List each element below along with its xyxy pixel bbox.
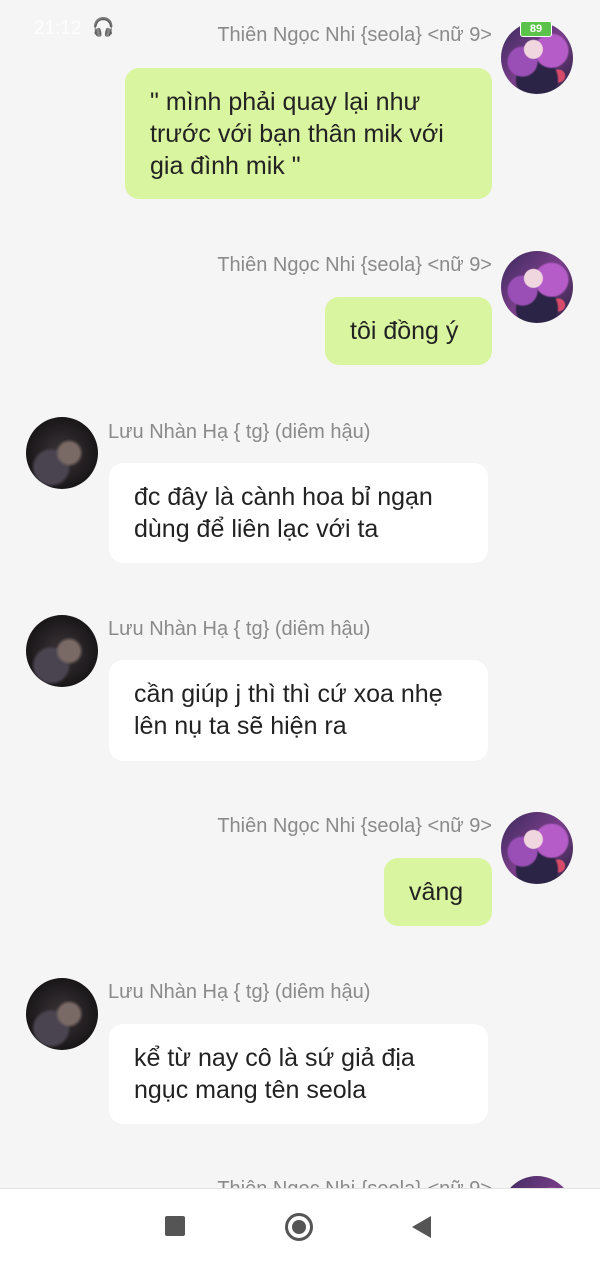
message-bubble[interactable]: đc đây là cành hoa bỉ ngạn dùng để liên … (109, 463, 488, 563)
status-time: 21:12 (34, 18, 82, 39)
square-icon[interactable] (165, 1216, 185, 1236)
triangle-back-icon[interactable] (412, 1216, 431, 1238)
sender-name: Thiên Ngọc Nhi {seola} <nữ 9> (217, 1178, 492, 1188)
avatar[interactable] (26, 978, 98, 1050)
status-bar: 21:12 🎧 89 (0, 0, 600, 60)
avatar[interactable] (501, 1176, 573, 1188)
chat-area[interactable]: Thiên Ngọc Nhi {seola} <nữ 9> " mình phả… (0, 0, 600, 1188)
message-bubble[interactable]: vâng (384, 858, 492, 926)
message-bubble[interactable]: " mình phải quay lại như trước với bạn t… (125, 68, 492, 199)
avatar[interactable] (26, 615, 98, 687)
sender-name: Lưu Nhàn Hạ { tg} (diêm hậu) (108, 421, 371, 443)
avatar[interactable] (501, 812, 573, 884)
avatar[interactable] (26, 417, 98, 489)
message-bubble[interactable]: kể từ nay cô là sứ giả địa ngục mang tên… (109, 1024, 488, 1124)
circle-icon[interactable] (285, 1213, 313, 1241)
message-bubble[interactable]: cần giúp j thì thì cứ xoa nhẹ lên nụ ta … (109, 660, 488, 761)
sender-name: Thiên Ngọc Nhi {seola} <nữ 9> (217, 815, 492, 837)
battery-icon: 89 (520, 21, 552, 37)
sender-name: Lưu Nhàn Hạ { tg} (diêm hậu) (108, 981, 371, 1003)
sender-name: Lưu Nhàn Hạ { tg} (diêm hậu) (108, 618, 371, 640)
sender-name: Thiên Ngọc Nhi {seola} <nữ 9> (217, 254, 492, 276)
avatar[interactable] (501, 251, 573, 323)
headset-icon: 🎧 (92, 17, 115, 37)
message-bubble[interactable]: tôi đồng ý (325, 297, 492, 365)
